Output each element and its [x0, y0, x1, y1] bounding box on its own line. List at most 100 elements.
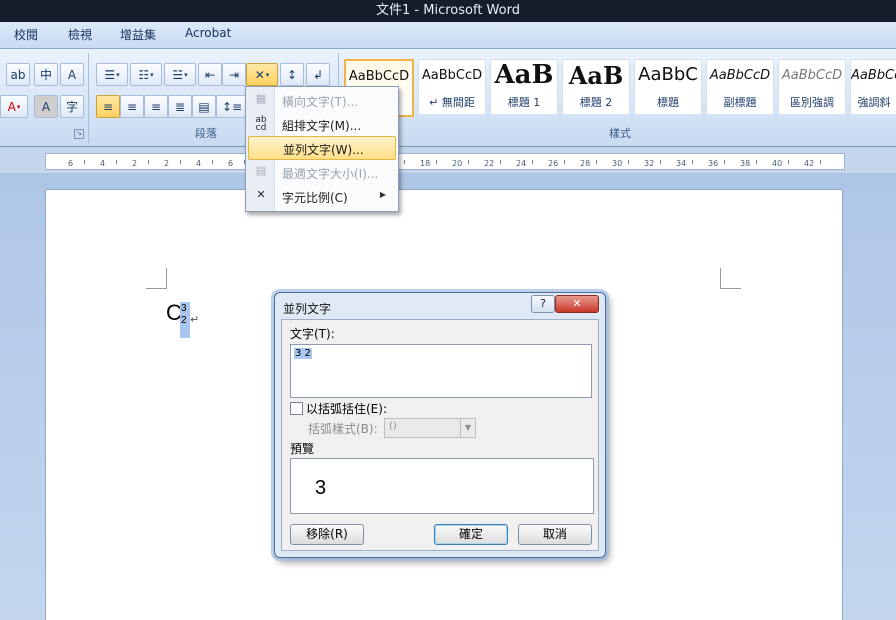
menu-item-label: 橫向文字(T)... [282, 95, 359, 109]
ruler-tick [820, 160, 821, 164]
fit-text-icon: ▤ [255, 164, 267, 177]
enclose-characters-icon[interactable]: 中 [34, 63, 58, 86]
style-sample: AaBbCcD [348, 69, 410, 84]
text-input[interactable]: 3 2 [290, 344, 592, 398]
ruler-tick [180, 160, 181, 164]
style-title[interactable]: AaBbC 標題 [634, 59, 702, 115]
preview-value: 3 [315, 477, 327, 499]
combined-characters-selection: 3 2 [180, 302, 190, 338]
menu-item-vertical-text[interactable]: ▦ 橫向文字(T)... [248, 89, 394, 111]
asian-layout-icon[interactable]: ✕ ▾ [246, 63, 278, 86]
ruler-tick [724, 160, 725, 164]
close-button[interactable]: ✕ [555, 295, 599, 313]
tab-view[interactable]: 檢視 [68, 26, 92, 43]
ruler-tick [212, 160, 213, 164]
enclose-in-brackets-checkbox[interactable] [290, 402, 303, 415]
menu-item-label: 組排文字(M)... [282, 119, 362, 133]
ruler-label: 26 [548, 159, 559, 168]
style-no-spacing[interactable]: AaBbCcD ↵ 無間距 [418, 59, 486, 115]
ruler-label: 4 [196, 159, 202, 168]
sort-icon[interactable]: ↕ [280, 63, 304, 86]
style-name: 強調斜 [857, 96, 891, 109]
combined-char-bottom: 2 [181, 315, 187, 326]
chevron-down-icon: ▼ [460, 419, 475, 437]
ruler-label: 22 [484, 159, 495, 168]
help-button[interactable]: ? [531, 295, 555, 313]
ruler-tick [116, 160, 117, 164]
character-shading-icon[interactable]: A [34, 95, 58, 118]
show-hide-marks-icon[interactable]: ↲ [306, 63, 330, 86]
ruler-label: 30 [612, 159, 623, 168]
style-sample: AaBbCcD [421, 68, 483, 83]
style-subtle-emphasis[interactable]: AaBbCcD 區別強調 [778, 59, 846, 115]
enclosed-character-icon[interactable]: 字 [60, 95, 84, 118]
style-name: 區別強調 [790, 96, 834, 109]
ruler-tick [788, 160, 789, 164]
menu-item-fit-text[interactable]: ▤ 最適文字大小(I)... [248, 161, 394, 183]
menu-item-label: 字元比例(C) [282, 191, 348, 205]
align-center-icon[interactable]: ≡ [120, 95, 144, 118]
ruler-label: 18 [420, 159, 431, 168]
ruler-tick [628, 160, 629, 164]
preview-box: 3 [290, 458, 594, 514]
align-right-icon[interactable]: ≡ [144, 95, 168, 118]
style-name: ↵ 無間距 [429, 96, 475, 109]
ruler-label: 38 [740, 159, 751, 168]
remove-button[interactable]: 移除(R) [290, 524, 364, 545]
numbering-icon[interactable]: ☷ ▾ [130, 63, 162, 86]
ruler-label: 2 [132, 159, 138, 168]
vertical-text-icon: ▦ [255, 92, 267, 105]
font-color-icon[interactable]: A ▾ [0, 95, 28, 118]
justify-icon[interactable]: ≣ [168, 95, 192, 118]
bullets-icon[interactable]: ☰ ▾ [96, 63, 128, 86]
dialog-title: 並列文字 [283, 302, 332, 316]
style-sample: AaBbCcD [781, 68, 843, 83]
increase-indent-icon[interactable]: ⇥ [222, 63, 246, 86]
bracket-style-label: 括弧樣式(B): [308, 422, 378, 436]
style-name: 副標題 [723, 96, 757, 109]
menu-item-two-lines-in-one[interactable]: 並列文字(W)... [248, 136, 396, 160]
enclose-in-brackets-label: 以括弧括住(E): [306, 402, 387, 416]
menu-item-character-scaling[interactable]: ✕ 字元比例(C) ▶ [248, 185, 394, 207]
line-spacing-icon[interactable]: ↕≡ [216, 95, 248, 118]
style-heading-1[interactable]: AaB 標題 1 [490, 59, 558, 115]
ruler-tick [500, 160, 501, 164]
style-heading-2[interactable]: AaB 標題 2 [562, 59, 630, 115]
ruler-tick [148, 160, 149, 164]
phonetic-guide-icon[interactable]: ab [6, 63, 30, 86]
ruler-label: 28 [580, 159, 591, 168]
menu-item-label: 最適文字大小(I)... [282, 167, 379, 181]
align-left-icon[interactable]: ≡ [96, 95, 120, 118]
distributed-icon[interactable]: ▤ [192, 95, 216, 118]
character-border-icon[interactable]: A [60, 63, 84, 86]
style-subtitle[interactable]: AaBbCcD 副標題 [706, 59, 774, 115]
cancel-button[interactable]: 取消 [518, 524, 592, 545]
decrease-indent-icon[interactable]: ⇤ [198, 63, 222, 86]
ruler-tick [564, 160, 565, 164]
submenu-arrow-icon: ▶ [379, 190, 386, 199]
character-scaling-icon: ✕ [256, 188, 266, 201]
text-field-label: 文字(T): [290, 327, 335, 341]
style-sample: AaBbCc [851, 68, 896, 83]
style-sample: AaBbCcD [709, 68, 771, 83]
text-input-value: 3 2 [294, 348, 312, 359]
bracket-style-value: () [389, 421, 397, 432]
tab-add-ins[interactable]: 增益集 [120, 26, 156, 43]
multilevel-list-icon[interactable]: ☱ ▾ [164, 63, 196, 86]
window-title: 文件1 - Microsoft Word [376, 3, 520, 18]
font-dialog-launcher-icon[interactable]: ↘ [74, 129, 84, 139]
ruler-tick [692, 160, 693, 164]
ruler-label: 6 [228, 159, 234, 168]
ok-button[interactable]: 確定 [434, 524, 508, 545]
menu-item-combine-characters[interactable]: ab cd 組排文字(M)... [248, 113, 394, 135]
tab-review[interactable]: 校閱 [14, 26, 38, 43]
horizontal-ruler[interactable]: 6422468101214161820222426283032343638404… [45, 153, 845, 170]
ruler-tick [84, 160, 85, 164]
tab-acrobat[interactable]: Acrobat [185, 26, 231, 40]
bracket-style-select[interactable]: () ▼ [384, 418, 476, 438]
ribbon-tab-bar: 校閱 檢視 增益集 Acrobat [0, 22, 896, 49]
ruler-tick [756, 160, 757, 164]
style-emphasis[interactable]: AaBbCc 強調斜 [850, 59, 896, 115]
ruler-label: 20 [452, 159, 463, 168]
style-sample: AaBbC [638, 64, 698, 85]
